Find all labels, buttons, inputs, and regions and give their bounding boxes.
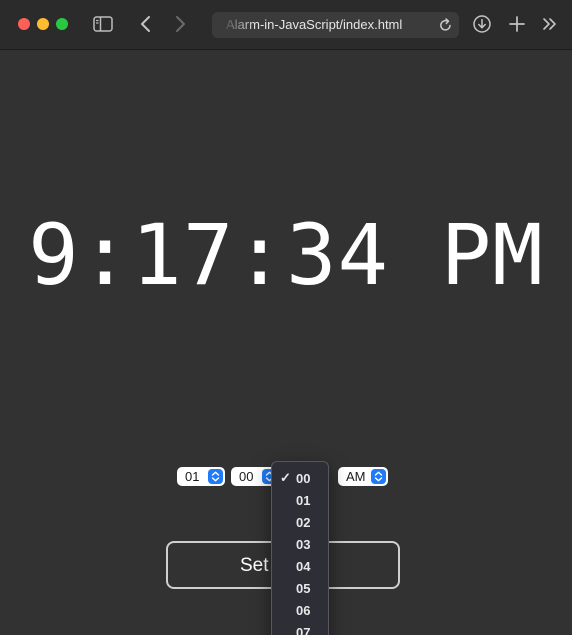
address-bar-url: Alarm-in-JavaScript/index.html xyxy=(226,17,403,32)
select-stepper-icon xyxy=(208,469,223,484)
minute-option[interactable]: 05 xyxy=(272,577,328,599)
hour-select[interactable]: 01 xyxy=(177,467,225,486)
browser-window: Alarm-in-JavaScript/index.html 9:17:34 P… xyxy=(0,0,572,635)
minute-select-value: 00 xyxy=(239,469,254,484)
set-alarm-button-label: Set xyxy=(240,555,269,576)
close-window-button[interactable] xyxy=(18,18,30,30)
minute-option[interactable]: ✓ 00 xyxy=(272,467,328,489)
minute-option[interactable]: 02 xyxy=(272,511,328,533)
back-icon[interactable] xyxy=(138,14,154,34)
minimize-window-button[interactable] xyxy=(37,18,49,30)
minute-option[interactable]: 04 xyxy=(272,555,328,577)
minute-option[interactable]: 06 xyxy=(272,599,328,621)
address-bar[interactable]: Alarm-in-JavaScript/index.html xyxy=(212,12,459,38)
minute-option[interactable]: 07 xyxy=(272,621,328,635)
download-icon[interactable] xyxy=(472,14,492,34)
hour-select-value: 01 xyxy=(185,469,200,484)
ampm-select[interactable]: AM xyxy=(338,467,388,486)
new-tab-icon[interactable] xyxy=(508,14,526,34)
reload-icon[interactable] xyxy=(438,17,453,33)
minute-dropdown-menu: ✓ 00 01 02 03 04 05 06 07 xyxy=(271,461,329,635)
select-stepper-icon xyxy=(371,469,386,484)
clock-display: 9:17:34 PM xyxy=(28,206,544,304)
browser-toolbar: Alarm-in-JavaScript/index.html xyxy=(0,0,572,50)
checkmark-icon: ✓ xyxy=(280,470,291,485)
sidebar-icon[interactable] xyxy=(93,15,113,33)
ampm-select-value: AM xyxy=(346,469,366,484)
minute-option[interactable]: 01 xyxy=(272,489,328,511)
more-icon[interactable] xyxy=(541,14,559,34)
minute-option[interactable]: 03 xyxy=(272,533,328,555)
zoom-window-button[interactable] xyxy=(56,18,68,30)
url-fade xyxy=(212,12,256,38)
forward-icon[interactable] xyxy=(172,14,188,34)
